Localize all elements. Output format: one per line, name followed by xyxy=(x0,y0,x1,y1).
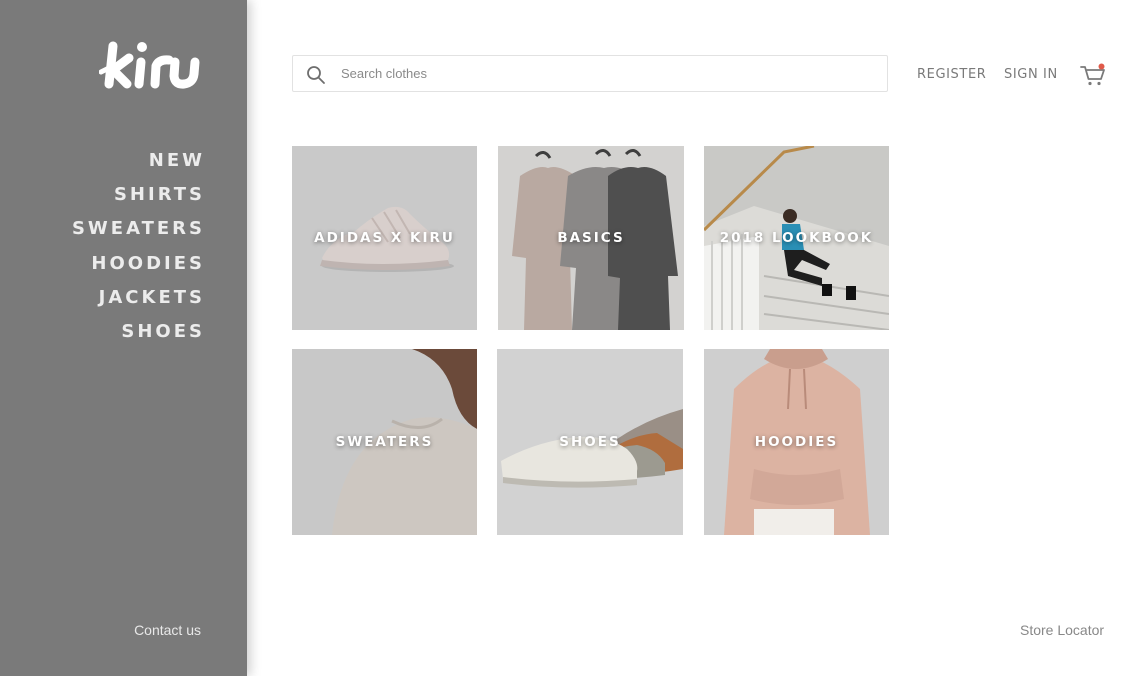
sidebar: NEW SHIRTS SWEATERS HOODIES JACKETS SHOE… xyxy=(0,0,247,676)
search-bar xyxy=(292,55,888,92)
register-link[interactable]: REGISTER xyxy=(917,67,986,82)
cart-icon xyxy=(1080,63,1105,86)
search-input[interactable] xyxy=(341,56,871,91)
cart-badge xyxy=(1098,63,1105,70)
tile-sweaters[interactable]: SWEATERS xyxy=(292,349,477,535)
tile-label: SHOES xyxy=(559,434,621,450)
tile-label: ADIDAS X KIRU xyxy=(314,230,455,246)
search-icon[interactable] xyxy=(306,65,326,85)
tile-2018-lookbook[interactable]: 2018 LOOKBOOK xyxy=(704,146,889,330)
tile-adidas-x-kiru[interactable]: ADIDAS X KIRU xyxy=(292,146,477,330)
tile-label: HOODIES xyxy=(754,434,839,450)
tile-shoes[interactable]: SHOES xyxy=(497,349,683,535)
tile-label: BASICS xyxy=(557,230,625,246)
page: NEW SHIRTS SWEATERS HOODIES JACKETS SHOE… xyxy=(0,0,1140,676)
nav-item-new[interactable]: NEW xyxy=(72,150,205,184)
cart-button[interactable] xyxy=(1080,63,1108,87)
category-nav: NEW SHIRTS SWEATERS HOODIES JACKETS SHOE… xyxy=(72,150,205,355)
sign-in-link[interactable]: SIGN IN xyxy=(1004,67,1058,82)
nav-item-jackets[interactable]: JACKETS xyxy=(72,287,205,321)
brand-logo[interactable] xyxy=(99,38,203,94)
nav-item-shirts[interactable]: SHIRTS xyxy=(72,184,205,218)
contact-us-link[interactable]: Contact us xyxy=(134,622,201,638)
tile-label: SWEATERS xyxy=(335,434,434,450)
nav-item-hoodies[interactable]: HOODIES xyxy=(72,253,205,287)
tile-hoodies[interactable]: HOODIES xyxy=(704,349,889,535)
nav-item-sweaters[interactable]: SWEATERS xyxy=(72,218,205,252)
tile-label: 2018 LOOKBOOK xyxy=(719,230,874,246)
store-locator-link[interactable]: Store Locator xyxy=(1020,622,1104,638)
tile-basics[interactable]: BASICS xyxy=(498,146,684,330)
nav-item-shoes[interactable]: SHOES xyxy=(72,321,205,355)
kiru-logo-icon xyxy=(99,41,200,89)
